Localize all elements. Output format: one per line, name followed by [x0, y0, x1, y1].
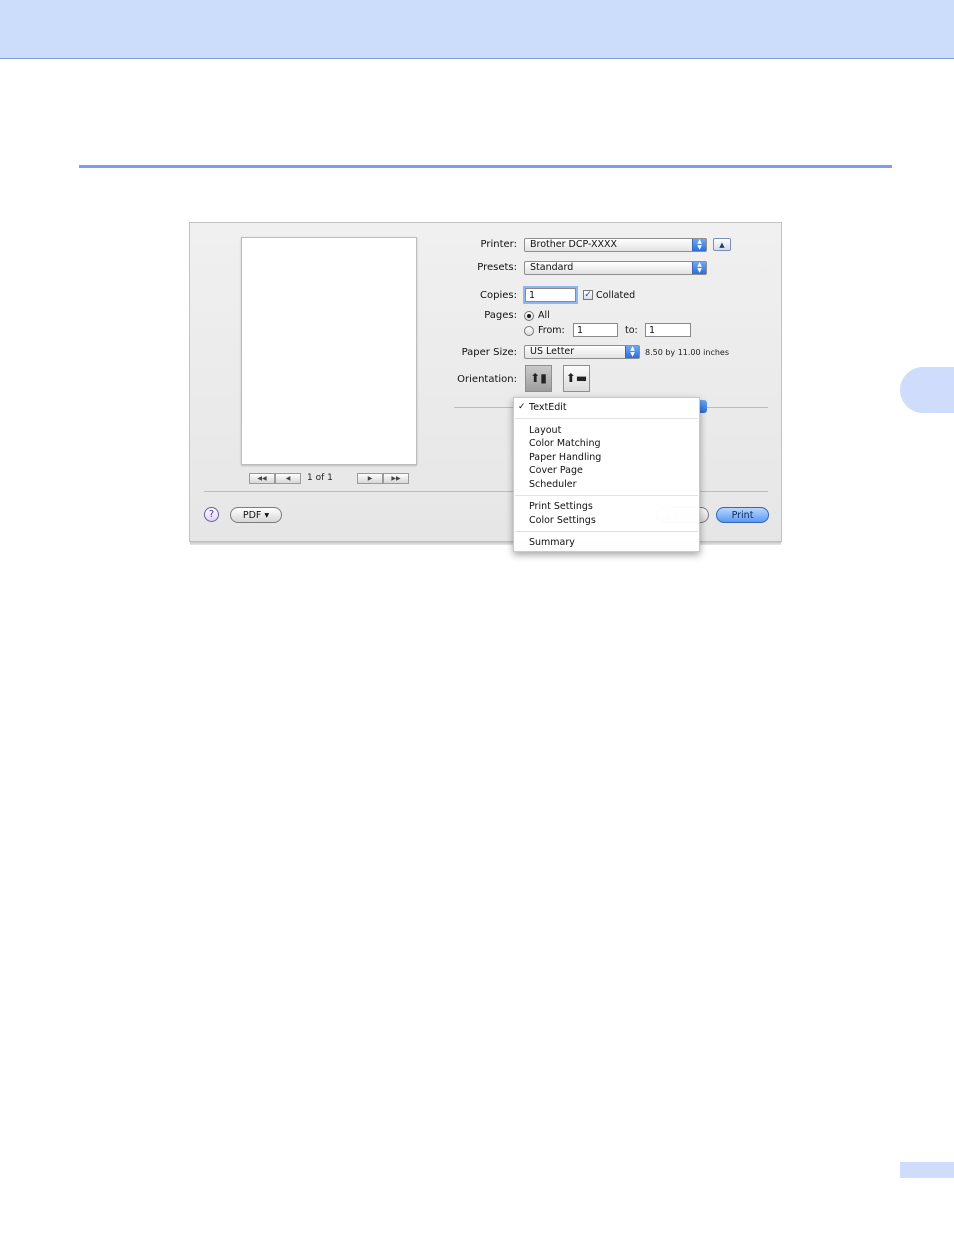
menu-separator: [515, 531, 698, 532]
menu-separator: [515, 418, 698, 419]
triangle-up-icon[interactable]: ▲: [713, 238, 731, 251]
pages-from-label: From:: [538, 325, 565, 336]
pages-from-input[interactable]: 1: [573, 323, 618, 337]
panel-menu: ✓ TextEdit Layout Color Matching Paper H…: [513, 397, 700, 552]
next-page-button[interactable]: ▶: [357, 473, 383, 484]
pages-all-radio[interactable]: [524, 311, 534, 321]
paper-size-label: Paper Size:: [461, 347, 517, 358]
presets-label: Presets:: [477, 262, 517, 273]
printer-label: Printer:: [480, 239, 517, 250]
menu-item-print-settings[interactable]: Print Settings: [529, 501, 593, 512]
copies-input[interactable]: 1: [525, 288, 576, 302]
menu-item-scheduler[interactable]: Scheduler: [529, 479, 577, 490]
page-indicator: 1 of 1: [307, 473, 333, 483]
pages-to-input[interactable]: 1: [645, 323, 691, 337]
copies-label: Copies:: [480, 290, 517, 301]
previous-page-button[interactable]: ◀: [275, 473, 301, 484]
pages-to-label: to:: [625, 325, 638, 336]
panel-separator-left: [454, 407, 514, 408]
pdf-button[interactable]: PDF ▾: [230, 507, 282, 523]
pages-all-label: All: [538, 310, 550, 321]
menu-item-color-matching[interactable]: Color Matching: [529, 438, 601, 449]
printer-value: Brother DCP-XXXX: [530, 239, 617, 250]
menu-item-summary[interactable]: Summary: [529, 537, 575, 548]
page-header-band: [0, 0, 954, 59]
pages-label: Pages:: [484, 310, 517, 321]
panel-separator-right: [707, 407, 768, 408]
page-preview: [241, 237, 417, 465]
section-rule: [79, 165, 892, 168]
printer-popup[interactable]: Brother DCP-XXXX ▲ ▼: [524, 238, 707, 252]
menu-separator: [515, 495, 698, 496]
paper-dimensions: 8.50 by 11.00 inches: [645, 348, 730, 357]
paper-size-value: US Letter: [530, 346, 575, 357]
paper-size-popup[interactable]: US Letter ▲ ▼: [524, 345, 640, 359]
menu-item-cover-page[interactable]: Cover Page: [529, 465, 583, 476]
chapter-tab: [900, 367, 954, 413]
orientation-label: Orientation:: [457, 374, 517, 385]
panel-popup-arrows-icon: [700, 400, 707, 413]
first-page-button[interactable]: ◀◀: [249, 473, 275, 484]
pages-from-radio[interactable]: [524, 326, 534, 336]
last-page-button[interactable]: ▶▶: [383, 473, 409, 484]
presets-popup[interactable]: Standard ▲ ▼: [524, 261, 707, 275]
popup-arrows-icon: ▲ ▼: [692, 262, 706, 274]
menu-item-color-settings[interactable]: Color Settings: [529, 515, 596, 526]
menu-item-layout[interactable]: Layout: [529, 425, 561, 436]
help-icon[interactable]: ?: [204, 507, 219, 522]
presets-value: Standard: [530, 262, 574, 273]
menu-item-paper-handling[interactable]: Paper Handling: [529, 452, 601, 463]
collated-label: Collated: [596, 290, 636, 301]
print-button[interactable]: Print: [716, 507, 769, 523]
checkmark-icon: ✓: [518, 402, 526, 412]
menu-item-textedit[interactable]: TextEdit: [529, 402, 567, 413]
popup-arrows-icon: ▲ ▼: [692, 239, 706, 251]
popup-arrows-icon: ▲ ▼: [625, 346, 639, 358]
page-number-tab: [900, 1162, 954, 1178]
collated-checkbox[interactable]: ✓: [583, 290, 593, 300]
landscape-icon[interactable]: ⬆▬: [563, 365, 590, 392]
portrait-icon[interactable]: ⬆▮: [525, 365, 552, 392]
